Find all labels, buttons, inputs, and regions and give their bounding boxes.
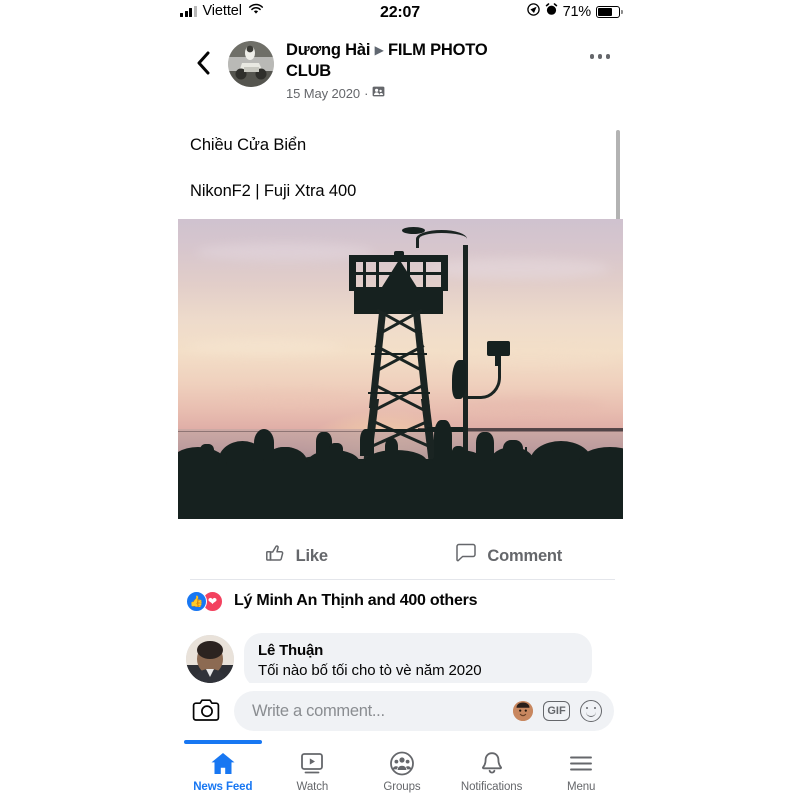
nav-label-menu: Menu [566, 781, 596, 793]
active-tab-indicator [183, 740, 262, 744]
person-silhouette [253, 429, 274, 456]
rocky-shore [178, 459, 623, 519]
home-icon [210, 750, 236, 776]
post-header: Dương Hài ▶ FILM PHOTO CLUB 15 May 2020 … [178, 36, 626, 116]
tower-horizontal [368, 391, 430, 395]
group-audience-icon[interactable] [372, 85, 385, 101]
like-button[interactable]: Like [190, 533, 403, 579]
comment-button[interactable]: Comment [403, 533, 616, 579]
reactions-summary-row[interactable]: 👍 ❤ Lý Minh An Thịnh and 400 others [186, 590, 477, 612]
nav-label-watch: Watch [296, 781, 329, 793]
pointing-arm [427, 427, 463, 432]
bell-icon [479, 750, 505, 776]
thumbs-up-icon [265, 543, 286, 569]
streetlamp-head [401, 226, 425, 234]
tower-horizontal [366, 429, 433, 432]
cloud [186, 339, 343, 354]
reactions-summary-text[interactable]: Lý Minh An Thịnh and 400 others [234, 592, 477, 610]
author-title-block: Dương Hài ▶ FILM PHOTO CLUB 15 May 2020 … [286, 40, 526, 101]
author-name[interactable]: Dương Hài [286, 41, 370, 59]
back-chevron-icon[interactable] [190, 50, 216, 76]
video-play-icon [299, 750, 325, 776]
gif-icon[interactable]: GIF [543, 701, 570, 721]
avatar-sticker-icon[interactable] [513, 701, 533, 721]
status-bar: Viettel 22:07 71% [0, 0, 800, 30]
nav-item-watch[interactable]: Watch [268, 740, 358, 800]
person-silhouette [451, 445, 466, 461]
person-silhouette [384, 438, 399, 459]
comment-input-placeholder[interactable]: Write a comment... [252, 702, 503, 721]
streetlamp-arm [416, 229, 468, 248]
nav-item-notifications[interactable]: Notifications [447, 740, 537, 800]
nav-item-news-feed[interactable]: News Feed [178, 740, 268, 800]
comment-text: Tối nào bố tối cho tò vè năm 2020 [258, 662, 482, 679]
reaction-icons: 👍 ❤ [186, 590, 226, 612]
cloud [195, 243, 374, 261]
person-silhouette [360, 429, 374, 456]
status-bar-right: 71% [526, 3, 623, 21]
person-silhouette [200, 444, 214, 459]
commenter-name[interactable]: Lê Thuận [258, 642, 578, 659]
nav-item-groups[interactable]: Groups [357, 740, 447, 800]
battery-icon [596, 6, 623, 18]
comment-input-field[interactable]: Write a comment... GIF [234, 691, 614, 731]
post-meta: 15 May 2020 · [286, 85, 526, 101]
nav-label-notifications: Notifications [460, 781, 523, 793]
comment-list-item: Lê Thuận Tối nào bố tối cho tò vè năm 20… [186, 633, 606, 688]
person-silhouette [329, 442, 343, 458]
nav-label-groups: Groups [383, 781, 421, 793]
tower-cabin [353, 286, 443, 314]
person-silhouette [273, 447, 296, 459]
commenter-avatar[interactable] [186, 635, 234, 683]
nav-item-menu[interactable]: Menu [536, 740, 626, 800]
post-date[interactable]: 15 May 2020 [286, 86, 360, 101]
seahorse-ornament [451, 360, 467, 399]
phone-screen: Viettel 22:07 71% Dương Hài ▶ FILM PHOTO… [0, 0, 800, 800]
post-photo[interactable] [178, 219, 623, 519]
comment-label: Comment [487, 546, 563, 565]
bottom-navigation-bar: News Feed Watch Groups Notifications Men… [178, 740, 626, 800]
hamburger-menu-icon [568, 750, 594, 776]
smiley-icon[interactable] [580, 700, 602, 722]
author-group-line[interactable]: Dương Hài ▶ FILM PHOTO CLUB [286, 40, 526, 82]
cloud [222, 393, 356, 405]
tower-horizontal [370, 352, 427, 356]
post-text-line-1: Chiều Cửa Biển [190, 136, 307, 154]
arrow-icon: ▶ [374, 43, 384, 57]
alarm-clock-icon [545, 3, 558, 21]
more-options-icon[interactable] [589, 54, 610, 59]
cloud [422, 258, 610, 279]
post-action-bar: Like Comment [190, 533, 615, 580]
comment-composer: Write a comment... GIF [178, 683, 626, 739]
like-reaction-icon: 👍 [186, 590, 207, 612]
light-box-stem [494, 354, 502, 366]
cloud [453, 399, 606, 411]
tower-top-knob [394, 250, 405, 261]
person-silhouette [551, 445, 570, 461]
location-arrow-icon [526, 3, 540, 21]
clock-label: 22:07 [380, 4, 420, 21]
groups-icon [389, 750, 415, 776]
person-silhouette [433, 420, 452, 459]
speech-bubble-icon [455, 543, 477, 569]
meta-separator: · [364, 85, 369, 101]
post-text-line-2: NikonF2 | Fuji Xtra 400 [190, 182, 357, 200]
nav-label-news-feed: News Feed [193, 781, 253, 793]
person-silhouette [502, 439, 523, 461]
author-avatar[interactable] [228, 41, 274, 87]
sunset-silhouette-photo [178, 219, 623, 519]
person-silhouette [476, 432, 494, 459]
comment-bubble[interactable]: Lê Thuận Tối nào bố tối cho tò vè năm 20… [244, 633, 592, 688]
camera-icon[interactable] [190, 694, 224, 728]
like-label: Like [295, 546, 328, 565]
battery-percent-label: 71% [562, 4, 592, 20]
post-body-text: Chiều Cửa Biển NikonF2 | Fuji Xtra 400 [190, 133, 600, 203]
